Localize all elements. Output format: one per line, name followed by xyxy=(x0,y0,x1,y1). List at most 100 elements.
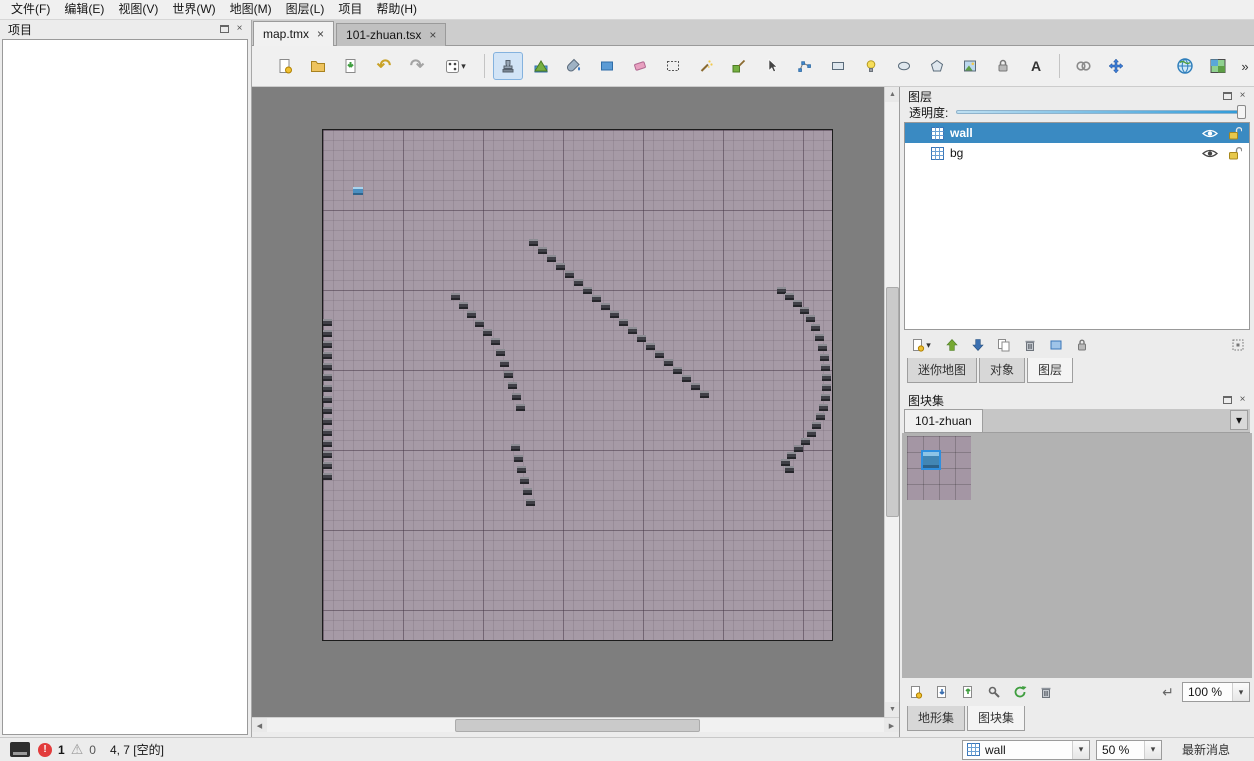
rings-tool-button[interactable] xyxy=(1068,52,1098,80)
terrain-brush-button[interactable] xyxy=(526,52,556,80)
lock-other-layers-button[interactable] xyxy=(1070,334,1094,356)
horizontal-scroll-thumb[interactable] xyxy=(455,719,700,732)
close-tab-icon[interactable]: × xyxy=(317,28,324,40)
insert-rectangle-button[interactable] xyxy=(823,52,853,80)
close-panel-icon[interactable]: × xyxy=(232,22,247,36)
move-tool-button[interactable] xyxy=(1101,52,1131,80)
scroll-right-button[interactable]: ▶ xyxy=(884,718,899,733)
raise-layer-button[interactable] xyxy=(940,334,964,356)
undo-button[interactable]: ↶ xyxy=(369,52,399,80)
map-view[interactable] xyxy=(322,129,833,641)
scroll-left-button[interactable]: ◀ xyxy=(252,718,267,733)
close-tab-icon[interactable]: × xyxy=(429,29,436,41)
opacity-slider[interactable] xyxy=(956,104,1246,120)
insert-ellipse-button[interactable] xyxy=(889,52,919,80)
menu-file[interactable]: 文件(F) xyxy=(4,0,57,19)
dock-tab-terrains[interactable]: 地形集 xyxy=(907,706,966,731)
menu-edit[interactable]: 编辑(E) xyxy=(57,0,111,19)
close-panel-icon[interactable]: × xyxy=(1235,89,1250,103)
insert-template-button[interactable] xyxy=(988,52,1018,80)
magic-wand-button[interactable] xyxy=(691,52,721,80)
layer-visibility-toggle[interactable] xyxy=(1201,148,1219,159)
dock-tab-layers[interactable]: 图层 xyxy=(1027,358,1074,383)
news-button[interactable]: 最新消息 xyxy=(1182,741,1230,758)
random-mode-button[interactable]: ▾ xyxy=(435,52,476,80)
chevron-down-icon[interactable]: ▾ xyxy=(1232,683,1249,701)
menu-map[interactable]: 地图(M) xyxy=(223,0,279,19)
layer-lock-toggle[interactable] xyxy=(1225,126,1243,140)
float-panel-icon[interactable] xyxy=(1220,393,1235,407)
new-tileset-button[interactable] xyxy=(904,681,928,703)
new-map-button[interactable] xyxy=(270,52,300,80)
shape-fill-button[interactable] xyxy=(592,52,622,80)
layer-row-wall[interactable]: wall xyxy=(905,123,1249,143)
tileset-tab-101-zhuan[interactable]: 101-zhuan xyxy=(904,409,983,432)
current-tileset-combobox[interactable]: wall ▾ xyxy=(961,739,1090,760)
export-tileset-button[interactable] xyxy=(956,681,980,703)
slider-handle[interactable] xyxy=(1237,105,1246,119)
layer-visibility-toggle[interactable] xyxy=(1201,128,1219,139)
project-tree[interactable] xyxy=(2,39,248,735)
vertical-scroll-thumb[interactable] xyxy=(886,287,899,517)
chevron-down-icon[interactable]: ▾ xyxy=(1071,740,1089,759)
layer-lock-toggle[interactable] xyxy=(1225,146,1243,160)
remove-tileset-button[interactable] xyxy=(1034,681,1058,703)
horizontal-scrollbar[interactable]: ◀ ▶ xyxy=(252,717,899,733)
edit-polygons-button[interactable] xyxy=(790,52,820,80)
chevron-down-icon[interactable]: ▾ xyxy=(1143,740,1161,759)
bucket-fill-button[interactable] xyxy=(559,52,589,80)
menu-project[interactable]: 项目 xyxy=(331,0,369,19)
select-same-tile-button[interactable] xyxy=(724,52,754,80)
new-layer-button[interactable]: ▾ xyxy=(904,334,938,356)
insert-text-button[interactable]: A xyxy=(1021,52,1051,80)
rect-select-button[interactable] xyxy=(658,52,688,80)
save-file-button[interactable] xyxy=(336,52,366,80)
panel-options-button[interactable] xyxy=(1226,334,1250,356)
insert-tile-button[interactable] xyxy=(955,52,985,80)
tab-map-tmx[interactable]: map.tmx × xyxy=(253,21,335,46)
embed-tileset-button[interactable] xyxy=(930,681,954,703)
warning-icon[interactable]: ⚠ xyxy=(71,741,84,758)
toolbar-overflow-button[interactable]: » xyxy=(1236,52,1254,80)
tab-101-zhuan-tsx[interactable]: 101-zhuan.tsx × xyxy=(336,23,447,46)
scroll-down-button[interactable]: ▼ xyxy=(885,702,900,717)
stamp-brush-button[interactable] xyxy=(493,52,523,80)
select-objects-button[interactable] xyxy=(757,52,787,80)
open-file-button[interactable] xyxy=(303,52,333,80)
dock-tab-tilesets[interactable]: 图块集 xyxy=(967,706,1026,731)
edit-tileset-button[interactable] xyxy=(982,681,1006,703)
map-zoom-combobox[interactable]: 50 % ▾ xyxy=(1095,739,1162,760)
vertical-scrollbar[interactable]: ▲ ▼ xyxy=(884,87,900,717)
world-tool-button[interactable] xyxy=(1170,52,1200,80)
minimap-toggle-button[interactable] xyxy=(1203,52,1233,80)
insert-point-button[interactable] xyxy=(856,52,886,80)
tileset-zoom-combobox[interactable]: 100 % ▾ xyxy=(1182,682,1250,702)
console-toggle-button[interactable] xyxy=(8,742,32,757)
tileset-tab-list-button[interactable]: ▾ xyxy=(1230,410,1248,430)
tileset-image[interactable] xyxy=(907,436,971,500)
lower-layer-button[interactable] xyxy=(966,334,990,356)
insert-polygon-button[interactable] xyxy=(922,52,952,80)
menu-world[interactable]: 世界(W) xyxy=(165,0,222,19)
dock-tab-objects[interactable]: 对象 xyxy=(979,358,1026,383)
error-icon[interactable]: ! xyxy=(38,742,52,757)
duplicate-layer-button[interactable] xyxy=(992,334,1016,356)
scroll-up-button[interactable]: ▲ xyxy=(885,87,900,102)
menu-help[interactable]: 帮助(H) xyxy=(369,0,424,19)
menu-view[interactable]: 视图(V) xyxy=(111,0,165,19)
menu-layer[interactable]: 图层(L) xyxy=(279,0,332,19)
float-panel-icon[interactable] xyxy=(1220,89,1235,103)
tileset-selected-tile[interactable] xyxy=(923,452,939,468)
dynamic-wrap-button[interactable]: ↵ xyxy=(1156,681,1180,703)
highlight-layer-button[interactable] xyxy=(1044,334,1068,356)
tileset-view-area[interactable] xyxy=(902,433,1252,678)
redo-button[interactable]: ↷ xyxy=(402,52,432,80)
eraser-button[interactable] xyxy=(625,52,655,80)
close-panel-icon[interactable]: × xyxy=(1235,393,1250,407)
dock-tab-minimap[interactable]: 迷你地图 xyxy=(907,358,978,383)
reload-tileset-button[interactable] xyxy=(1008,681,1032,703)
layer-row-bg[interactable]: bg xyxy=(905,143,1249,163)
map-canvas[interactable] xyxy=(252,87,884,717)
float-panel-icon[interactable] xyxy=(217,22,232,36)
remove-layer-button[interactable] xyxy=(1018,334,1042,356)
